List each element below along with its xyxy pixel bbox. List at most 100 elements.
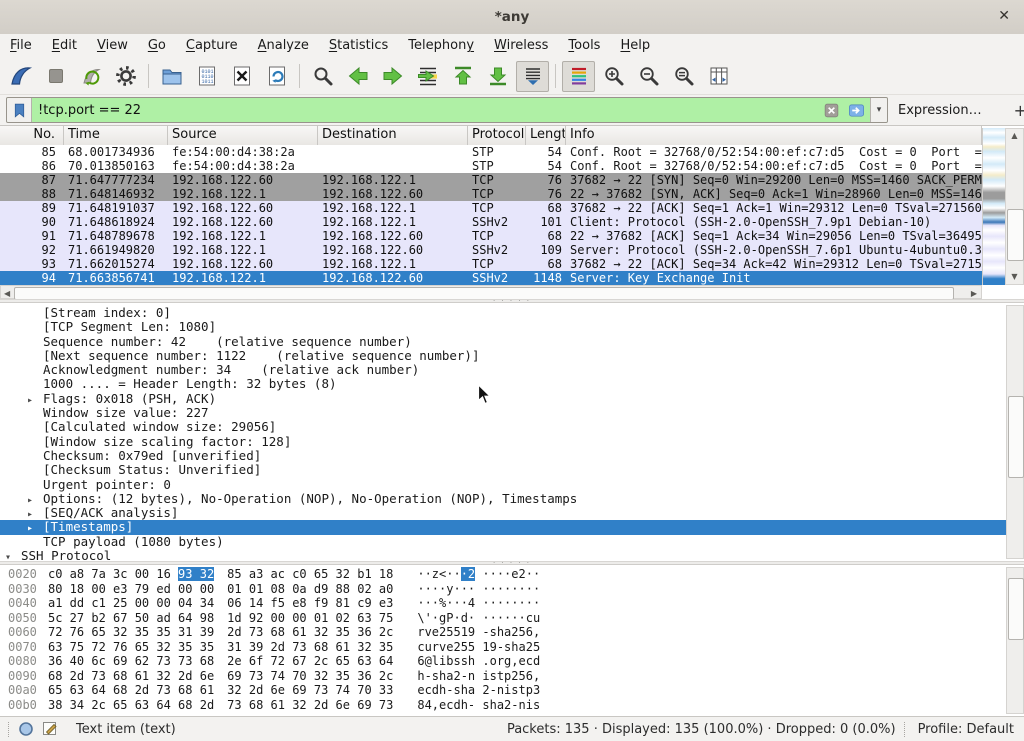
menu-item[interactable]: Wireless [484,34,558,58]
go-to-packet-button[interactable] [411,61,444,92]
vscroll-thumb[interactable] [1007,209,1024,261]
colorize-packets-button[interactable] [562,61,595,92]
packet-row[interactable]: 8871.648146932192.168.122.1192.168.122.6… [0,187,982,201]
filter-bookmark-button[interactable] [7,98,32,122]
scroll-left-icon[interactable]: ◀ [4,289,10,298]
detail-line[interactable]: Window size value: 227 [0,406,1024,420]
packet-list-vscrollbar[interactable]: ▲ ▼ [1005,128,1024,285]
detail-line[interactable]: Sequence number: 42 (relative sequence n… [0,335,1024,349]
packet-row[interactable]: 8670.013850163fe:54:00:d4:38:2aSTP54Conf… [0,159,982,173]
menu-item[interactable]: Statistics [319,34,398,58]
hex-row[interactable]: 00b038 34 2c 65 63 64 68 2d73 68 61 32 2… [0,698,1024,713]
column-header-info[interactable]: Info [566,126,982,145]
menu-item[interactable]: Tools [558,34,610,58]
column-header-protocol[interactable]: Protocol [468,126,526,145]
scroll-down-icon[interactable]: ▼ [1006,273,1023,281]
expander-icon[interactable]: ▸ [27,508,43,520]
menu-item[interactable]: Help [610,34,660,58]
scroll-up-icon[interactable]: ▲ [1006,132,1023,140]
packet-list-hscrollbar[interactable]: ◀ ▶ [0,285,982,299]
stop-capture-button[interactable] [39,61,72,92]
packet-row[interactable]: 8568.001734936fe:54:00:d4:38:2aSTP54Conf… [0,145,982,159]
scroll-right-icon[interactable]: ▶ [971,289,977,298]
detail-line[interactable]: [Checksum Status: Unverified] [0,463,1024,477]
hex-row[interactable]: 009068 2d 73 68 61 32 2d 6e69 73 74 70 3… [0,669,1024,684]
hex-row[interactable]: 006072 76 65 32 35 35 31 392d 73 68 61 3… [0,625,1024,640]
details-vscroll-thumb[interactable] [1008,396,1024,478]
detail-line[interactable]: [Calculated window size: 29056] [0,420,1024,434]
add-filter-button[interactable]: + [1006,101,1024,120]
hex-row[interactable]: 008036 40 6c 69 62 73 73 682e 6f 72 67 2… [0,654,1024,669]
expander-icon[interactable]: ▸ [27,522,43,534]
expression-button[interactable]: Expression… [898,103,982,118]
column-header-destination[interactable]: Destination [318,126,468,145]
column-header-time[interactable]: Time [64,126,168,145]
hex-row[interactable]: 00a065 63 64 68 2d 73 68 6132 2d 6e 69 7… [0,683,1024,698]
hex-vscroll-thumb[interactable] [1008,578,1024,640]
column-header-no[interactable]: No. [0,126,64,145]
detail-line[interactable]: Checksum: 0x79ed [unverified] [0,449,1024,463]
hex-row[interactable]: 007063 75 72 76 65 32 35 3531 39 2d 73 6… [0,640,1024,655]
packet-row[interactable]: 9171.648789678192.168.122.1192.168.122.6… [0,229,982,243]
expander-icon[interactable]: ▾ [5,551,21,561]
capture-comment-icon[interactable] [42,721,58,737]
hex-row[interactable]: 0040a1 dd c1 25 00 00 04 3406 14 f5 e8 f… [0,596,1024,611]
column-header-length[interactable]: Length [526,126,566,145]
menu-item[interactable]: Go [138,34,176,58]
zoom-out-button[interactable] [632,61,665,92]
go-back-button[interactable] [341,61,374,92]
expander-icon[interactable]: ▸ [27,394,43,406]
packet-row[interactable]: 9471.663856741192.168.122.1192.168.122.6… [0,271,982,285]
detail-line[interactable]: [Window size scaling factor: 128] [0,435,1024,449]
reload-file-button[interactable] [260,61,293,92]
close-file-button[interactable] [225,61,258,92]
find-packet-button[interactable] [306,61,339,92]
menu-item[interactable]: File [0,34,42,58]
detail-line[interactable]: Urgent pointer: 0 [0,478,1024,492]
details-vscrollbar[interactable] [1006,305,1024,559]
go-last-packet-button[interactable] [481,61,514,92]
go-forward-button[interactable] [376,61,409,92]
hex-row[interactable]: 00505c 27 b2 67 50 ad 64 981d 92 00 00 0… [0,611,1024,626]
hex-vscrollbar[interactable] [1006,567,1024,714]
detail-line[interactable]: ▸[SEQ/ACK analysis] [0,506,1024,520]
detail-line[interactable]: [Stream index: 0] [0,306,1024,320]
display-filter-input[interactable] [32,103,820,118]
menu-item[interactable]: Edit [42,34,87,58]
restart-capture-button[interactable] [74,61,107,92]
go-first-packet-button[interactable] [446,61,479,92]
detail-line[interactable]: [TCP Segment Len: 1080] [0,320,1024,334]
profile-text[interactable]: Profile: Default [918,722,1014,737]
filter-dropdown-caret[interactable]: ▾ [870,98,887,122]
capture-options-button[interactable] [109,61,142,92]
resize-columns-button[interactable] [702,61,735,92]
menu-item[interactable]: Capture [176,34,248,58]
menu-item[interactable]: Telephony [398,34,484,58]
detail-line[interactable]: ▸Flags: 0x018 (PSH, ACK) [0,392,1024,406]
hex-row[interactable]: 0020c0 a8 7a 3c 00 16 93 3285 a3 ac c0 6… [0,567,1024,582]
zoom-reset-button[interactable] [667,61,700,92]
close-icon[interactable]: ✕ [998,8,1010,24]
open-file-button[interactable] [155,61,188,92]
packet-row[interactable]: 9371.662015274192.168.122.60192.168.122.… [0,257,982,271]
zoom-in-button[interactable] [597,61,630,92]
detail-line[interactable]: ▸[Timestamps] [0,520,1024,534]
detail-line[interactable]: ▸Options: (12 bytes), No-Operation (NOP)… [0,492,1024,506]
packet-row[interactable]: 8971.648191037192.168.122.60192.168.122.… [0,201,982,215]
filter-clear-button[interactable] [820,100,842,120]
filter-apply-button[interactable] [845,100,867,120]
packet-list-minimap[interactable] [982,128,1005,285]
detail-line[interactable]: TCP payload (1080 bytes) [0,535,1024,549]
menu-item[interactable]: View [87,34,138,58]
packet-row[interactable]: 9071.648618924192.168.122.60192.168.122.… [0,215,982,229]
hex-row[interactable]: 003080 18 00 e3 79 ed 00 0001 01 08 0a d… [0,582,1024,597]
auto-scroll-button[interactable] [516,61,549,92]
column-header-source[interactable]: Source [168,126,318,145]
start-capture-button[interactable] [4,61,37,92]
detail-line[interactable]: [Next sequence number: 1122 (relative se… [0,349,1024,363]
save-file-button[interactable]: 010101101011 [190,61,223,92]
expander-icon[interactable]: ▸ [27,494,43,506]
detail-line[interactable]: 1000 .... = Header Length: 32 bytes (8) [0,377,1024,391]
expert-info-icon[interactable] [18,721,34,737]
packet-row[interactable]: 8771.647777234192.168.122.60192.168.122.… [0,173,982,187]
